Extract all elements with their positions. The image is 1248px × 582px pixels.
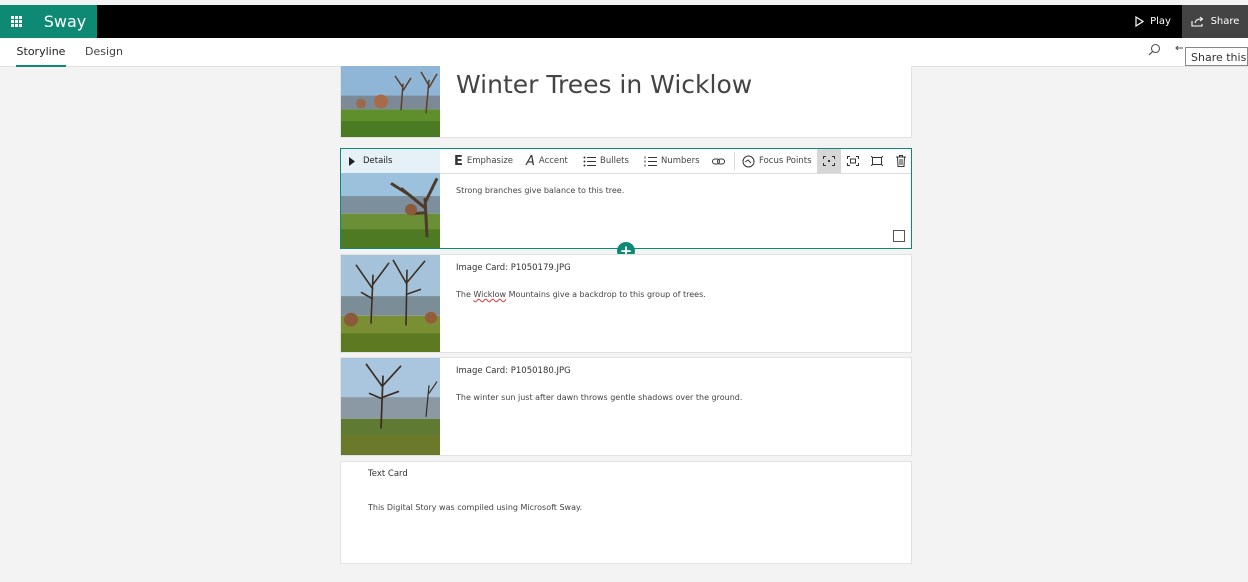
card-select-checkbox[interactable] bbox=[893, 230, 905, 242]
selected-image-card[interactable]: Details E Emphasize A Accent Bullets Num… bbox=[340, 148, 912, 249]
link-button[interactable] bbox=[712, 149, 725, 173]
play-label: Play bbox=[1150, 16, 1171, 27]
numbers-button[interactable]: Numbers bbox=[644, 149, 700, 173]
image-card-2[interactable]: Image Card: P1050180.JPG The winter sun … bbox=[340, 357, 912, 456]
top-bar: Sway Play Share bbox=[0, 5, 1248, 38]
details-label: Details bbox=[363, 156, 393, 166]
share-label: Share bbox=[1210, 16, 1240, 27]
delete-card-button[interactable] bbox=[889, 149, 911, 173]
image-card-1-text[interactable]: The Wicklow Mountains give a backdrop to… bbox=[456, 290, 706, 299]
app-launcher-button[interactable] bbox=[0, 5, 33, 38]
focus-icon bbox=[742, 155, 755, 167]
bullets-label: Bullets bbox=[600, 156, 629, 166]
accent-button[interactable]: A Accent bbox=[526, 149, 568, 173]
emphasis-medium-button[interactable] bbox=[841, 149, 865, 173]
play-icon bbox=[1135, 16, 1145, 27]
image-card-2-title: Image Card: P1050180.JPG bbox=[456, 366, 571, 376]
share-tooltip: Share this Sway bbox=[1185, 47, 1248, 66]
emphasize-button[interactable]: E Emphasize bbox=[454, 149, 513, 173]
emphasize-icon: E bbox=[454, 153, 463, 169]
frame-large-icon bbox=[871, 156, 883, 166]
bullets-button[interactable]: Bullets bbox=[583, 149, 629, 173]
details-toggle[interactable]: Details bbox=[341, 149, 440, 173]
spellcheck-flagged-word[interactable]: Wicklow bbox=[473, 290, 506, 299]
numbers-label: Numbers bbox=[661, 156, 700, 166]
play-button[interactable]: Play bbox=[1124, 5, 1182, 38]
text-card-text[interactable]: This Digital Story was compiled using Mi… bbox=[368, 503, 582, 512]
emphasis-small-button[interactable] bbox=[817, 149, 841, 173]
accent-label: Accent bbox=[538, 156, 568, 166]
share-button[interactable]: Share bbox=[1182, 5, 1248, 38]
link-icon bbox=[712, 158, 725, 164]
frame-small-icon bbox=[823, 156, 835, 166]
text-card[interactable]: Text Card This Digital Story was compile… bbox=[340, 461, 912, 564]
image-card-2-text[interactable]: The winter sun just after dawn throws ge… bbox=[456, 393, 742, 402]
emphasize-label: Emphasize bbox=[466, 156, 514, 166]
caret-right-icon bbox=[349, 156, 355, 166]
delete-icon bbox=[896, 155, 906, 167]
text-card-title: Text Card bbox=[368, 469, 408, 479]
image-card-2-image bbox=[341, 358, 440, 455]
tab-design[interactable]: Design bbox=[85, 38, 123, 65]
app-name[interactable]: Sway bbox=[33, 5, 97, 38]
search-icon[interactable] bbox=[1148, 43, 1161, 56]
image-card-1-text-end: Mountains give a backdrop to this group … bbox=[506, 290, 706, 299]
focus-points-button[interactable]: Focus Points bbox=[742, 149, 812, 173]
frame-medium-icon bbox=[847, 156, 859, 166]
card-toolbar: E Emphasize A Accent Bullets Numbers Foc… bbox=[440, 149, 911, 174]
tab-bar: Storyline Design bbox=[0, 38, 1248, 67]
image-card-1-text-start: The bbox=[456, 290, 474, 299]
toolbar-separator bbox=[734, 152, 735, 170]
share-icon bbox=[1191, 16, 1203, 27]
undo-icon[interactable] bbox=[1175, 43, 1185, 56]
title-card-image bbox=[341, 66, 440, 137]
image-card-1-title: Image Card: P1050179.JPG bbox=[456, 263, 571, 273]
accent-icon: A bbox=[526, 153, 535, 169]
focus-points-label: Focus Points bbox=[759, 156, 812, 166]
image-card-1[interactable]: Image Card: P1050179.JPG The Wicklow Mou… bbox=[340, 254, 912, 353]
selected-card-text[interactable]: Strong branches give balance to this tre… bbox=[456, 186, 624, 195]
emphasis-large-button[interactable] bbox=[865, 149, 889, 173]
title-card[interactable]: Winter Trees in Wicklow bbox=[340, 66, 912, 138]
tab-storyline[interactable]: Storyline bbox=[16, 38, 66, 67]
waffle-icon bbox=[11, 16, 22, 27]
bullets-icon bbox=[583, 156, 596, 166]
card-title[interactable]: Winter Trees in Wicklow bbox=[456, 70, 752, 99]
numbers-icon bbox=[644, 156, 657, 166]
image-card-1-image bbox=[341, 255, 440, 352]
